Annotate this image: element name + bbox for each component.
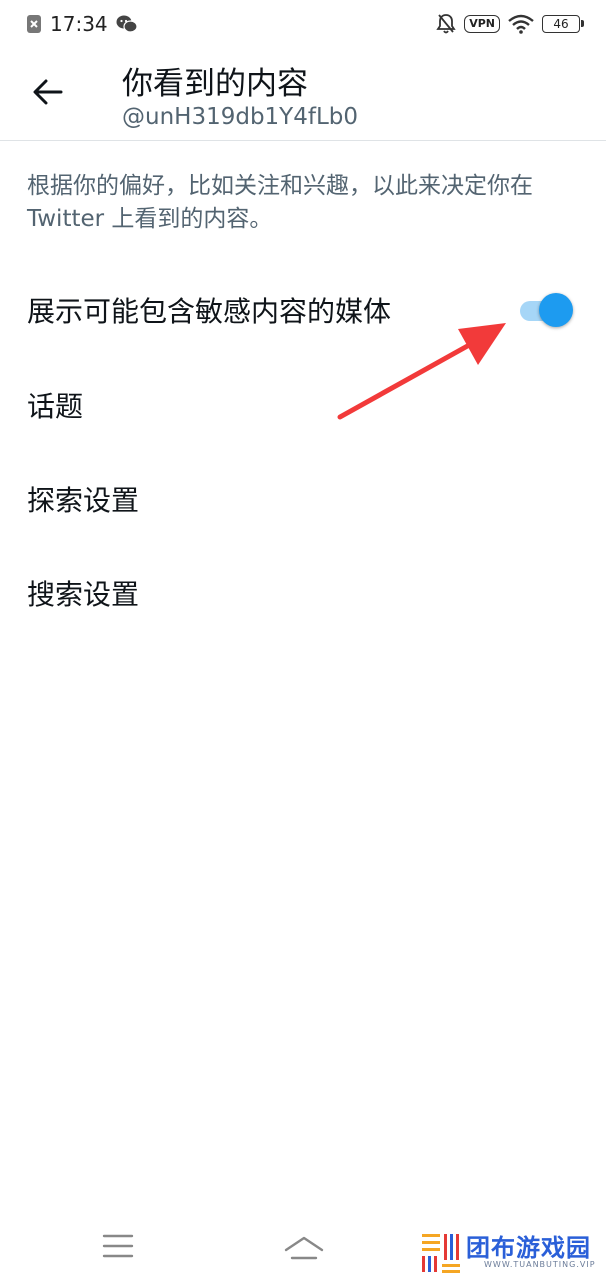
menu-button[interactable] bbox=[100, 1226, 136, 1270]
watermark-url: WWW.TUANBUTING.VIP bbox=[484, 1260, 596, 1269]
page-title: 你看到的内容 bbox=[122, 66, 308, 102]
sensitive-media-toggle[interactable] bbox=[518, 291, 574, 329]
notification-x-icon bbox=[26, 14, 42, 34]
explore-settings-label: 探索设置 bbox=[27, 484, 140, 517]
annotation-arrow-icon bbox=[337, 323, 506, 420]
watermark-logo-icon bbox=[420, 1232, 462, 1278]
vpn-badge: VPN bbox=[464, 15, 500, 33]
home-icon bbox=[282, 1236, 326, 1270]
wifi-icon bbox=[508, 14, 534, 34]
menu-lines-icon bbox=[100, 1234, 136, 1270]
home-button[interactable] bbox=[282, 1226, 326, 1270]
wechat-icon bbox=[116, 14, 138, 34]
back-button[interactable] bbox=[24, 74, 72, 114]
watermark-name: 团布游戏园 bbox=[466, 1234, 591, 1262]
status-bar: 17:34 VPN 46 bbox=[0, 0, 606, 48]
settings-item-explore[interactable]: 探索设置 bbox=[0, 464, 606, 534]
status-right: VPN 46 bbox=[436, 13, 584, 35]
battery-indicator: 46 bbox=[542, 15, 584, 33]
status-time: 17:34 bbox=[50, 12, 108, 36]
search-settings-label: 搜索设置 bbox=[27, 578, 140, 611]
settings-item-search[interactable]: 搜索设置 bbox=[0, 558, 606, 628]
status-left: 17:34 bbox=[26, 12, 138, 36]
arrow-left-icon bbox=[33, 79, 63, 109]
bell-off-icon bbox=[436, 13, 456, 35]
page-header: 你看到的内容 @unH319db1Y4fLb0 bbox=[0, 48, 606, 141]
toggle-knob bbox=[539, 293, 573, 327]
account-handle: @unH319db1Y4fLb0 bbox=[122, 104, 359, 130]
settings-description: 根据你的偏好，比如关注和兴趣，以此来决定你在 Twitter 上看到的内容。 bbox=[27, 173, 533, 232]
topics-label: 话题 bbox=[27, 390, 84, 423]
watermark: 团布游戏园 WWW.TUANBUTING.VIP bbox=[420, 1228, 600, 1278]
